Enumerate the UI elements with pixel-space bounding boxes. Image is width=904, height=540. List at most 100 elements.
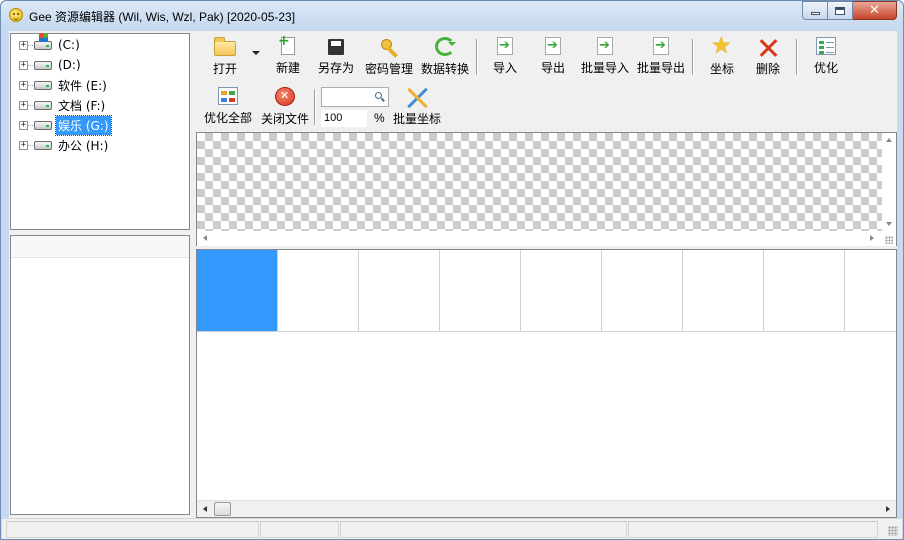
minimize-button[interactable]	[802, 1, 828, 20]
open-button[interactable]: 打开	[204, 31, 246, 77]
scroll-left-arrow-icon[interactable]	[203, 235, 207, 241]
frame-cell[interactable]	[845, 250, 896, 331]
toolbar-separator	[476, 39, 477, 75]
toolbar-row-1: 打开 新建 另存为 密码管理 数据转换	[196, 31, 897, 77]
export-icon	[545, 37, 561, 55]
scroll-right-arrow-icon[interactable]	[886, 506, 890, 512]
frame-row	[197, 250, 896, 332]
frame-cell[interactable]	[764, 250, 845, 331]
import-button[interactable]: 导入	[486, 31, 524, 77]
password-manager-button[interactable]: 密码管理	[362, 31, 416, 77]
resize-grip-icon[interactable]	[885, 236, 893, 244]
expand-icon[interactable]: +	[19, 80, 28, 90]
key-icon	[379, 37, 399, 56]
batch-coordinate-button[interactable]: 批量坐标	[390, 81, 444, 127]
zoom-input[interactable]: 100	[321, 110, 367, 127]
status-segment	[340, 521, 627, 538]
optimize-button[interactable]: 优化	[808, 31, 844, 77]
tree-item-e[interactable]: + 软件 (E:)	[11, 76, 109, 94]
frame-cell[interactable]	[278, 250, 359, 331]
optimize-all-button[interactable]: 优化全部	[202, 81, 254, 127]
optimize-all-label: 优化全部	[203, 111, 252, 125]
frame-cell[interactable]	[602, 250, 683, 331]
expand-icon[interactable]: +	[19, 40, 28, 50]
save-as-button[interactable]: 另存为	[316, 31, 356, 77]
tree-item-g[interactable]: + 娱乐 (G:)	[11, 114, 112, 136]
delete-label: 删除	[755, 62, 780, 76]
smiley-app-icon[interactable]	[9, 8, 23, 22]
frame-cell[interactable]	[440, 250, 521, 331]
close-file-button[interactable]: 关闭文件	[258, 81, 312, 127]
tree-connector	[28, 144, 33, 146]
preview-vertical-scrollbar[interactable]	[882, 133, 896, 231]
convert-icon	[435, 37, 456, 56]
title-bar[interactable]: Gee 资源编辑器 (Wil, Wis, Wzl, Pak) [2020-05-…	[1, 1, 903, 31]
window-title: Gee 资源编辑器 (Wil, Wis, Wzl, Pak) [2020-05-…	[29, 10, 296, 24]
preview-horizontal-scrollbar[interactable]	[196, 231, 897, 246]
delete-x-icon	[757, 37, 779, 56]
minimize-icon	[810, 12, 820, 15]
optimize-label: 优化	[813, 61, 838, 75]
tree-item-d[interactable]: + (D:)	[11, 56, 83, 74]
frame-cell-selected[interactable]	[197, 250, 278, 331]
batch-import-icon	[597, 37, 613, 55]
drive-icon	[34, 120, 52, 130]
scroll-left-arrow-icon[interactable]	[203, 506, 207, 512]
scroll-right-arrow-icon[interactable]	[870, 235, 874, 241]
data-convert-button[interactable]: 数据转换	[418, 31, 472, 77]
file-list-panel[interactable]	[10, 235, 190, 515]
batch-export-icon	[653, 37, 669, 55]
batch-export-label: 批量导出	[636, 61, 685, 75]
expand-icon[interactable]: +	[19, 120, 28, 130]
open-label: 打开	[212, 62, 237, 76]
tree-item-f[interactable]: + 文档 (F:)	[11, 96, 107, 114]
search-input[interactable]	[321, 87, 389, 107]
image-preview[interactable]	[196, 132, 897, 232]
tree-connector	[28, 84, 33, 86]
batch-export-button[interactable]: 批量导出	[634, 31, 688, 77]
export-button[interactable]: 导出	[534, 31, 572, 77]
tree-connector	[28, 64, 33, 66]
tree-item-label-selected: 娱乐 (G:)	[55, 114, 112, 136]
delete-button[interactable]: 删除	[750, 31, 786, 77]
status-segment	[6, 521, 259, 538]
frame-grid[interactable]	[196, 249, 897, 518]
editor-area: 打开 新建 另存为 密码管理 数据转换	[196, 31, 897, 518]
expand-icon[interactable]: +	[19, 100, 28, 110]
close-file-icon	[275, 87, 295, 106]
star-icon	[711, 35, 733, 58]
drive-tree[interactable]: + (C:) + (D:) + 软件 (E:) + 文档 (F:) + 娱乐 (…	[10, 32, 190, 230]
frame-cell[interactable]	[683, 250, 764, 331]
drive-icon	[34, 140, 52, 150]
new-button[interactable]: 新建	[268, 31, 308, 77]
close-icon: ✕	[869, 3, 880, 18]
tree-item-c[interactable]: + (C:)	[11, 32, 82, 54]
save-as-label: 另存为	[317, 61, 354, 75]
drive-icon	[34, 60, 52, 70]
resize-grip-icon[interactable]	[888, 526, 898, 536]
batch-import-button[interactable]: 批量导入	[578, 31, 632, 77]
tree-item-h[interactable]: + 办公 (H:)	[11, 136, 110, 154]
toolbar-separator	[692, 39, 693, 75]
scroll-down-arrow-icon[interactable]	[886, 222, 892, 226]
search-icon[interactable]	[375, 92, 382, 99]
scrollbar-thumb[interactable]	[214, 502, 231, 516]
drive-icon	[34, 100, 52, 110]
file-list-header	[11, 236, 189, 258]
maximize-icon	[835, 6, 845, 15]
frames-horizontal-scrollbar[interactable]	[197, 500, 896, 517]
close-window-button[interactable]: ✕	[853, 1, 897, 20]
frame-cell[interactable]	[521, 250, 602, 331]
optimize-icon	[816, 37, 836, 55]
tree-item-label: (D:)	[58, 58, 81, 72]
status-bar	[2, 518, 902, 539]
expand-icon[interactable]: +	[19, 60, 28, 70]
toolbar-row-2: 优化全部 关闭文件 批量坐标	[196, 81, 897, 127]
tree-connector	[28, 44, 33, 46]
open-dropdown-arrow-icon[interactable]	[252, 51, 260, 55]
frame-cell[interactable]	[359, 250, 440, 331]
maximize-button[interactable]	[828, 1, 853, 20]
coordinate-button[interactable]: 坐标	[704, 31, 740, 77]
scroll-up-arrow-icon[interactable]	[886, 138, 892, 142]
expand-icon[interactable]: +	[19, 140, 28, 150]
